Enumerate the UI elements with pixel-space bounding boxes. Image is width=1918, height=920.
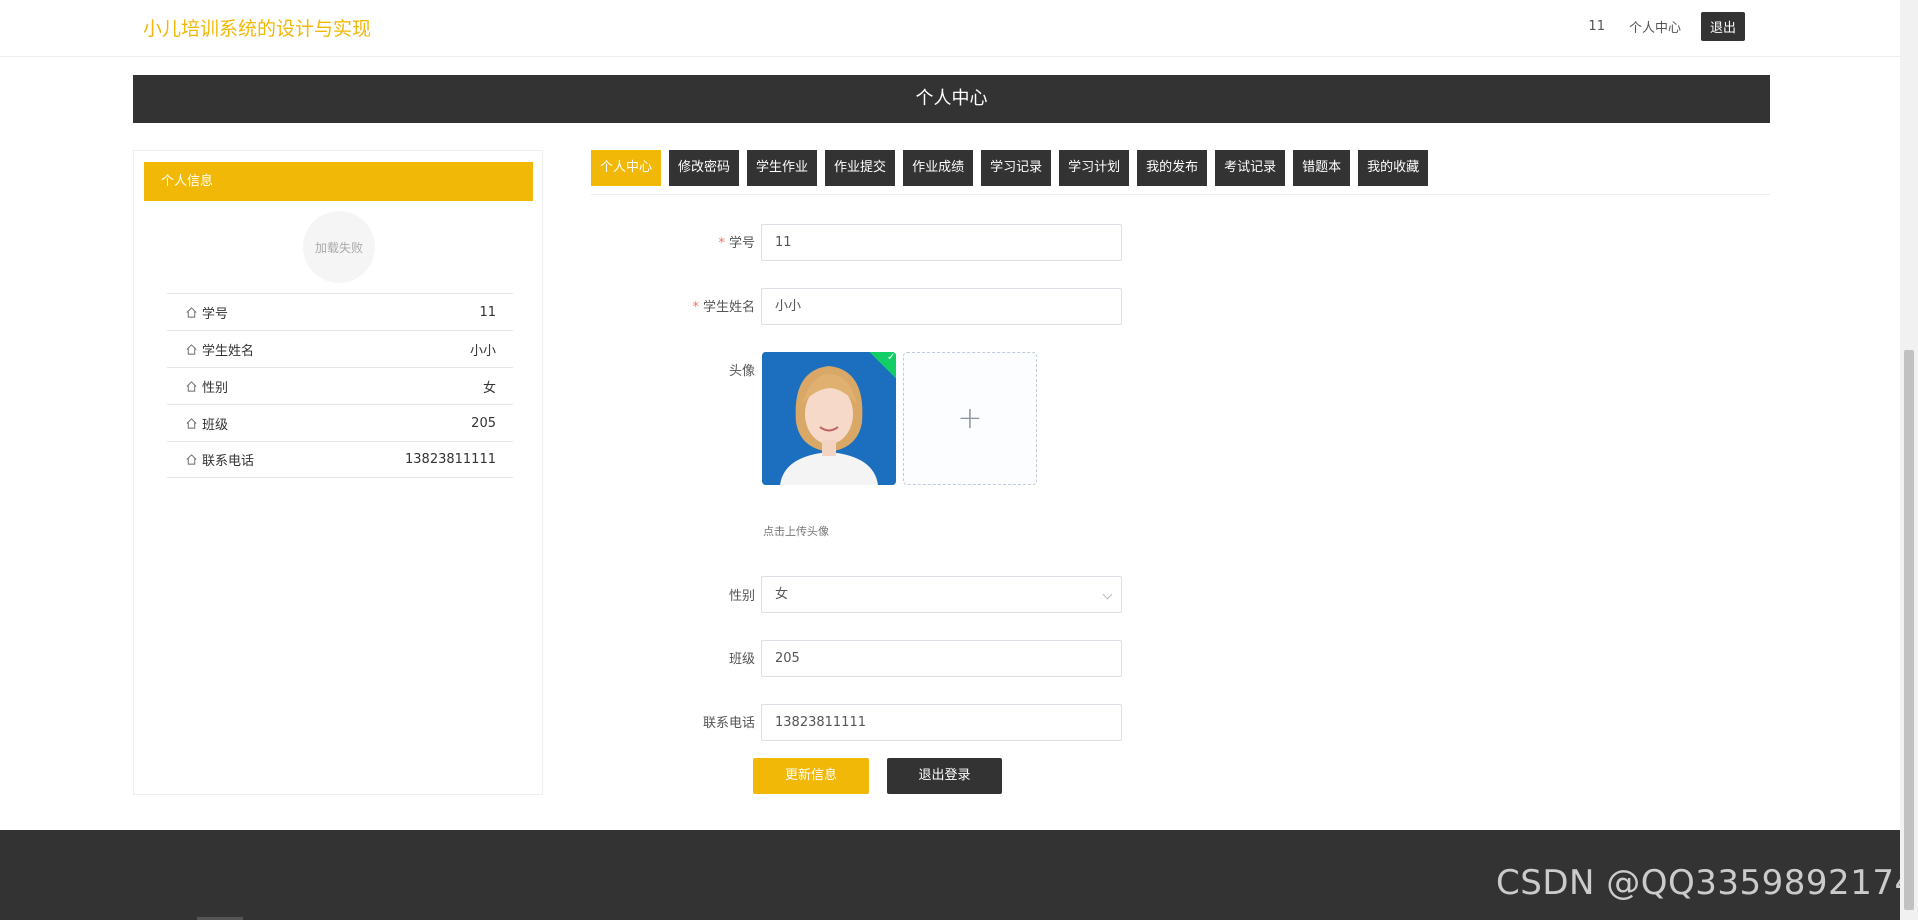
avatar-label: 头像 [728,364,755,379]
info-label: 班级 [202,417,229,433]
logout-button[interactable]: 退出登录 [887,758,1002,794]
phone-input[interactable]: 13823811111 [761,704,1122,741]
page-title-bar: 个人中心 [133,75,1770,123]
personal-center-link[interactable]: 个人中心 [1629,17,1681,36]
info-value: 11 [479,304,496,320]
info-value: 205 [471,415,496,431]
tab-bar: 个人中心 修改密码 学生作业 作业提交 作业成绩 学习记录 学习计划 我的发布 … [591,150,1429,186]
tab-my-posts[interactable]: 我的发布 [1137,150,1208,186]
home-icon [186,380,197,392]
tab-study-record[interactable]: 学习记录 [981,150,1052,186]
class-label: 班级 [728,652,755,667]
info-row-student-no: 学号 11 [167,293,513,330]
home-icon [186,306,197,318]
info-row-gender: 性别 女 [167,367,513,404]
check-icon: ✓ [887,352,896,363]
info-row-name: 学生姓名 小小 [167,330,513,367]
scrollbar-thumb[interactable] [1904,350,1914,910]
student-no-input[interactable]: 11 [761,224,1122,261]
watermark: CSDN @QQ3359892174 [1496,863,1917,903]
tab-my-favorites[interactable]: 我的收藏 [1358,150,1429,186]
student-no-label: * 学号 [718,236,755,251]
profile-sidebar: 个人信息 加载失败 学号 11 学生姓名 小小 性别 女 班级 205 联系电话… [133,150,543,795]
info-label: 性别 [202,380,229,396]
class-input[interactable]: 205 [761,640,1122,677]
info-list: 学号 11 学生姓名 小小 性别 女 班级 205 联系电话 138238111… [167,293,513,478]
info-label: 学号 [202,306,229,322]
tab-wrong-questions[interactable]: 错题本 [1293,150,1351,186]
user-id-label: 11 [1588,19,1605,34]
info-value: 13823811111 [405,452,496,467]
top-bar: 小儿培训系统的设计与实现 11 个人中心 退出 [0,0,1900,57]
home-icon [186,417,197,429]
chevron-down-icon [1102,589,1113,600]
info-label: 联系电话 [202,454,255,469]
tab-homework-submit[interactable]: 作业提交 [825,150,896,186]
info-value: 女 [482,380,496,396]
tab-personal-center[interactable]: 个人中心 [591,150,662,186]
tabs-divider [591,194,1770,195]
sidebar-header: 个人信息 [144,162,533,201]
site-title: 小儿培训系统的设计与实现 [143,18,372,40]
tab-study-plan[interactable]: 学习计划 [1059,150,1130,186]
tab-student-homework[interactable]: 学生作业 [747,150,818,186]
info-value: 小小 [469,343,496,359]
student-name-label: * 学生姓名 [692,300,755,315]
home-icon [186,343,197,355]
gender-value: 女 [775,587,789,602]
home-icon [186,454,197,465]
tab-change-password[interactable]: 修改密码 [669,150,740,186]
required-mark: * [718,236,725,251]
info-row-class: 班级 205 [167,404,513,441]
update-info-button[interactable]: 更新信息 [753,758,869,794]
gender-select[interactable]: 女 [761,576,1122,613]
tab-exam-record[interactable]: 考试记录 [1215,150,1286,186]
required-mark: * [692,300,699,315]
gender-label: 性别 [728,589,755,604]
student-name-input[interactable]: 小小 [761,288,1122,325]
page-scrollbar[interactable] [1900,0,1918,920]
info-row-phone: 联系电话 13823811111 [167,441,513,478]
phone-label: 联系电话 [702,716,755,731]
avatar-upload-button[interactable]: + [903,352,1037,485]
top-right-nav: 11 个人中心 退出 [1588,12,1745,41]
info-label: 学生姓名 [202,343,255,359]
logout-top-button[interactable]: 退出 [1700,12,1745,41]
upload-hint: 点击上传头像 [763,525,829,538]
avatar: 加载失败 [303,211,375,283]
avatar-photo[interactable]: ✓ [762,352,896,485]
portrait-image [762,352,896,485]
tab-homework-score[interactable]: 作业成绩 [903,150,974,186]
